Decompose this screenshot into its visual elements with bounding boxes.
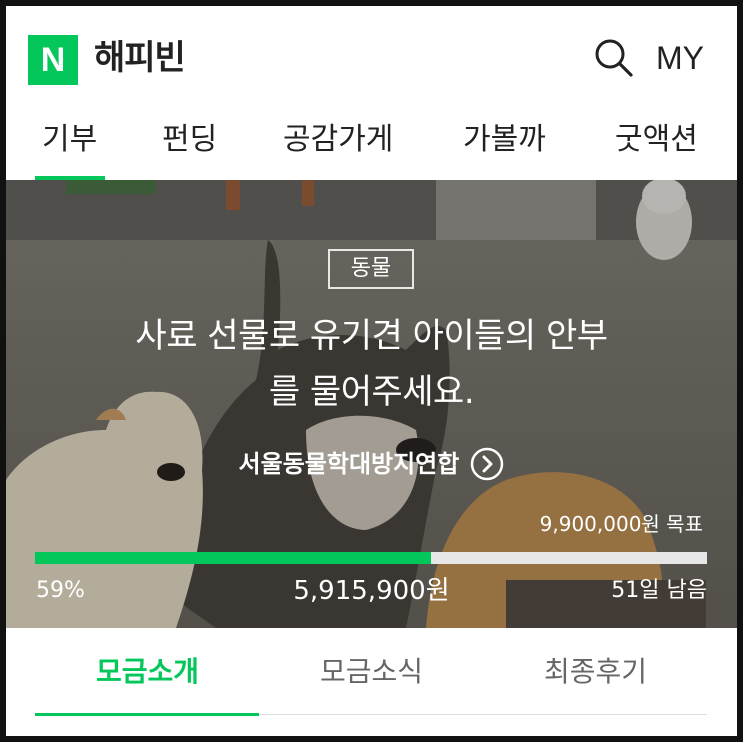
progress-bar-fill [35, 552, 432, 564]
app-frame: N 해피빈 MY 기부 펀딩 공감가게 가볼까 굿액션 동물 사료 선물로 유기… [6, 6, 737, 736]
tab-fundraising-news[interactable]: 모금소식 [320, 652, 423, 692]
nav-item-visit[interactable]: 가볼까 [463, 120, 546, 160]
nav-item-funding[interactable]: 펀딩 [162, 120, 217, 160]
search-icon[interactable] [592, 36, 636, 80]
campaign-subtabs: 모금소개 모금소식 최종후기 [6, 628, 737, 736]
main-nav: 기부 펀딩 공감가게 가볼까 굿액션 [6, 114, 737, 180]
tab-final-review[interactable]: 최종후기 [544, 652, 647, 692]
nav-item-good-action[interactable]: 굿액션 [615, 120, 698, 160]
my-button[interactable]: MY [656, 33, 704, 83]
nav-item-empathy-store[interactable]: 공감가게 [283, 120, 393, 160]
subtab-active-indicator [35, 713, 259, 716]
naver-logo-icon[interactable]: N [28, 35, 78, 85]
organization-name[interactable]: 서울동물학대방지연합 [239, 450, 460, 478]
goal-amount: 9,900,000원 목표 [539, 512, 703, 536]
organization-link[interactable]: 서울동물학대방지연합 [6, 444, 737, 484]
app-header: N 해피빈 MY [6, 6, 737, 102]
campaign-hero[interactable]: 동물 사료 선물로 유기견 아이들의 안부 를 물어주세요. 서울동물학대방지연… [6, 180, 737, 628]
campaign-title-line-1: 사료 선물로 유기견 아이들의 안부 [135, 316, 608, 356]
subtab-divider [259, 714, 707, 715]
campaign-title: 사료 선물로 유기견 아이들의 안부 를 물어주세요. [36, 308, 707, 420]
brand-title[interactable]: 해피빈 [94, 33, 186, 83]
progress-bar [35, 552, 707, 564]
tab-fundraising-intro[interactable]: 모금소개 [96, 652, 199, 692]
category-tag: 동물 [328, 249, 414, 289]
days-remaining: 51일 남음 [611, 578, 707, 603]
nav-item-donate[interactable]: 기부 [42, 120, 97, 160]
chevron-right-circle-icon[interactable] [470, 447, 504, 481]
campaign-title-line-2: 를 물어주세요. [268, 372, 475, 412]
